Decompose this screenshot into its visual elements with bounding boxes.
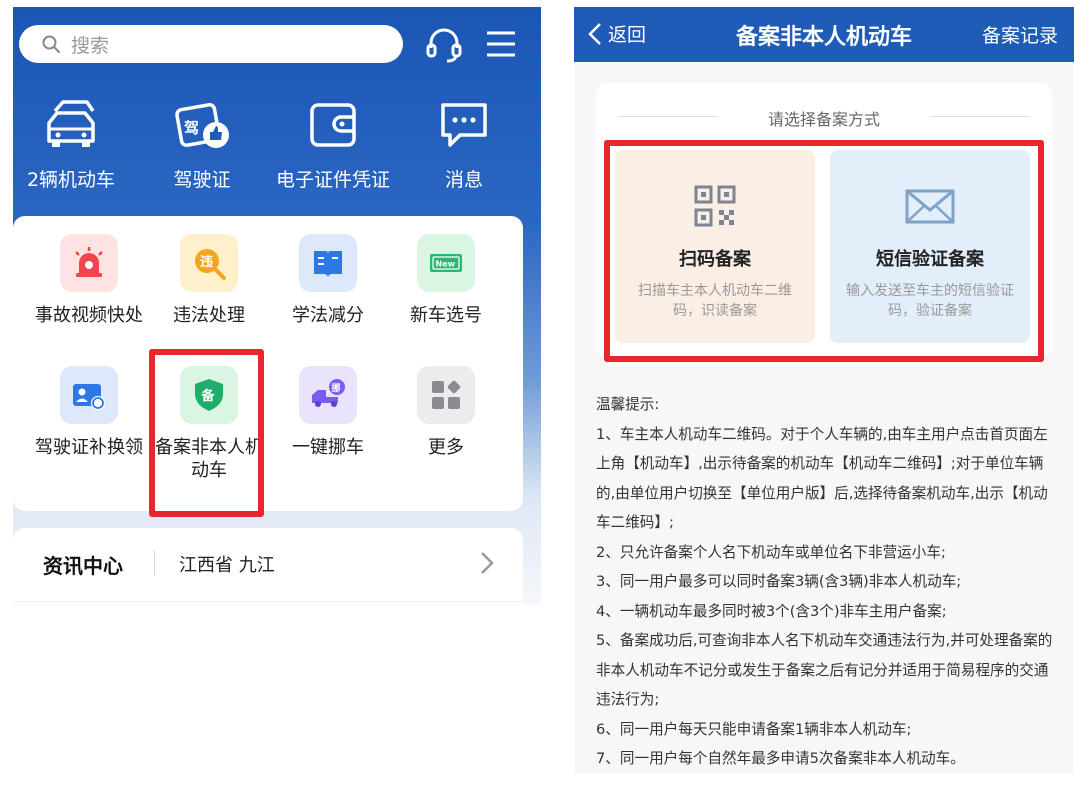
method-prompt: 请选择备案方式 <box>767 110 880 129</box>
tips-section: 温馨提示: 1、车主本人机动车二维码。对于个人车辆的,由车主用户点击首页面左上角… <box>596 390 1056 773</box>
svg-text:违: 违 <box>200 254 213 270</box>
menu-icon[interactable] <box>485 29 517 59</box>
service-more[interactable]: 更多 <box>386 366 506 459</box>
divider <box>13 601 523 602</box>
svg-text:New: New <box>436 260 456 269</box>
tip-item: 3、同一用户最多可以同时备案3辆(含3辆)非本人机动车; <box>596 573 962 590</box>
svg-text:挪: 挪 <box>332 382 341 394</box>
top-item-messages[interactable]: 消息 <box>399 97 529 192</box>
tip-item: 1、车主本人机动车二维码。对于个人车辆的,由车主用户点击首页面左上角【机动车】,… <box>596 425 1048 532</box>
new-plate-icon: New <box>430 254 462 272</box>
message-icon <box>441 103 487 147</box>
top-item-vehicles[interactable]: 2辆机动车 <box>13 97 136 192</box>
top-item-label: 电子证件凭证 <box>275 169 390 191</box>
top-item-label: 驾驶证 <box>173 169 231 191</box>
location-label[interactable]: 江西省 九江 <box>179 551 275 577</box>
tip-item: 4、一辆机动车最多同时被3个(含3个)非车主用户备案; <box>596 602 947 620</box>
info-center-title: 资讯中心 <box>43 554 123 578</box>
service-grid: 事故视频快处 违 违法处理 学法减分 New 新车选号 驾驶证补换领 备 备案非… <box>13 216 523 511</box>
highlight-box <box>149 349 264 517</box>
service-violation[interactable]: 违 违法处理 <box>149 234 269 327</box>
nav-bar: 返回 备案非本人机动车 备案记录 <box>574 7 1074 62</box>
id-card-exchange-icon <box>73 384 105 410</box>
info-center[interactable]: 资讯中心 江西省 九江 <box>13 528 523 605</box>
siren-icon <box>75 247 103 277</box>
search-icon <box>42 35 60 53</box>
service-accident-video[interactable]: 事故视频快处 <box>29 234 149 327</box>
more-grid-icon <box>432 380 461 409</box>
violation-search-icon: 违 <box>195 249 226 280</box>
tips-heading: 温馨提示: <box>596 396 660 413</box>
tip-item: 2、只允许备案个人名下机动车或单位名下非营运小车; <box>596 543 946 561</box>
svg-text:驾: 驾 <box>184 119 199 137</box>
book-icon <box>314 251 342 277</box>
tow-truck-icon: 挪 <box>312 379 345 407</box>
license-icon: 驾 <box>175 103 229 148</box>
top-item-label: 2辆机动车 <box>26 169 116 191</box>
record-vehicle-screen: 返回 备案非本人机动车 备案记录 请选择备案方式 扫码备案 扫描车主本人机动车二… <box>574 7 1074 773</box>
divider <box>154 550 155 576</box>
search-input[interactable]: 搜索 <box>19 25 403 63</box>
customer-service-icon[interactable] <box>425 26 463 64</box>
tip-item: 6、同一用户每天只能申请备案1辆非本人机动车; <box>596 720 912 738</box>
top-item-e-certificate[interactable]: 电子证件凭证 <box>268 97 398 192</box>
service-license-replace[interactable]: 驾驶证补换领 <box>29 366 149 459</box>
top-item-label: 消息 <box>444 169 483 191</box>
service-move-car[interactable]: 挪 一键挪车 <box>268 366 388 459</box>
tip-item: 7、同一用户每个自然年最多申请5次备案非本人机动车。 <box>596 750 965 767</box>
divider <box>930 116 1030 117</box>
record-history-link[interactable]: 备案记录 <box>982 21 1058 48</box>
service-new-plate[interactable]: New 新车选号 <box>386 234 506 327</box>
car-icon <box>47 100 95 147</box>
highlight-box <box>604 140 1044 362</box>
chevron-right-icon[interactable] <box>479 550 495 576</box>
top-item-license[interactable]: 驾 驾驶证 <box>137 97 267 192</box>
search-placeholder: 搜索 <box>71 34 110 57</box>
wallet-icon <box>310 103 356 147</box>
app-home-screen: 搜索 2辆机动车 驾 驾驶证 电子证件凭证 消息 事故视频快处 违 违法处理 学… <box>13 7 541 605</box>
tip-item: 5、备案成功后,可查询非本人名下机动车交通违法行为,并可处理备案的非本人机动车不… <box>596 632 1053 708</box>
service-study-law[interactable]: 学法减分 <box>268 234 388 327</box>
